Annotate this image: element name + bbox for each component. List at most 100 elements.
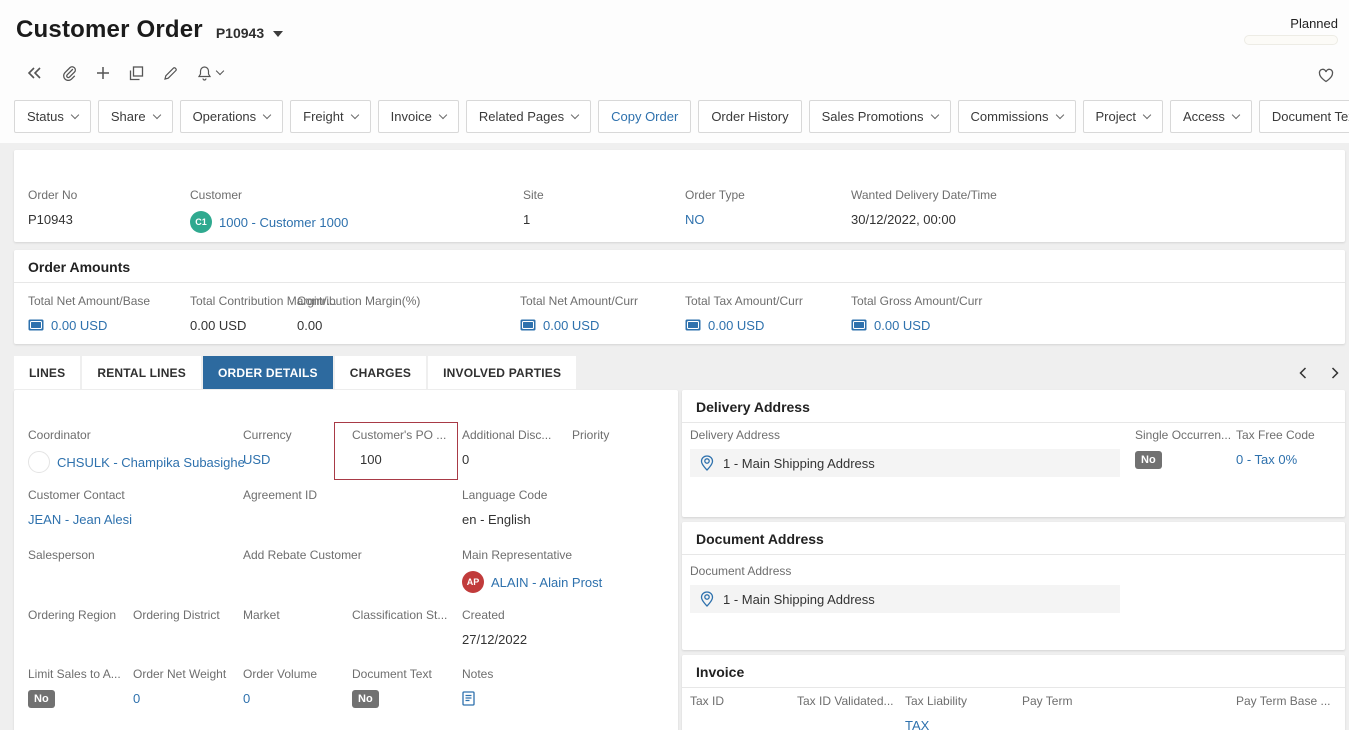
delivery-address-value[interactable]: 1 - Main Shipping Address: [690, 449, 1120, 477]
field-main-representative: Main Representative AP ALAIN - Alain Pro…: [462, 548, 602, 593]
document-text-button[interactable]: Document Text: [1259, 100, 1349, 133]
document-address-value[interactable]: 1 - Main Shipping Address: [690, 585, 1120, 613]
field-classification: Classification St...: [352, 608, 447, 647]
order-number: P10943: [216, 25, 264, 41]
field-notes: Notes: [462, 667, 493, 706]
add-icon[interactable]: [94, 64, 112, 82]
duplicate-icon[interactable]: [127, 64, 146, 83]
field-tax-free-code: Tax Free Code 0 - Tax 0%: [1236, 428, 1315, 467]
field-label: Delivery Address: [690, 428, 1120, 442]
field-market: Market: [243, 608, 280, 647]
menu-button-label: Sales Promotions: [822, 109, 924, 124]
favorite-icon[interactable]: [1316, 66, 1336, 85]
tab-charges[interactable]: CHARGES: [335, 356, 426, 389]
share-menu-button[interactable]: Share: [98, 100, 173, 133]
field-label: Tax ID: [690, 694, 724, 708]
edit-icon[interactable]: [161, 64, 180, 83]
coordinator-link[interactable]: CHSULK - Champika Subasighe: [57, 455, 245, 470]
field-label: Total Net Amount/Base: [28, 294, 150, 308]
field-label: Ordering Region: [28, 608, 116, 622]
field-ordering-region: Ordering Region: [28, 608, 116, 647]
related-pages-menu-button[interactable]: Related Pages: [466, 100, 591, 133]
field-label: Agreement ID: [243, 488, 317, 502]
field-label: Order No: [28, 188, 77, 202]
avatar: AP: [462, 571, 484, 593]
field-label: Salesperson: [28, 548, 95, 562]
menu-button-label: Order History: [711, 109, 788, 124]
tab-lines[interactable]: LINES: [14, 356, 80, 389]
amount-link[interactable]: 0.00 USD: [543, 318, 599, 333]
field-customer-contact: Customer Contact JEAN - Jean Alesi: [28, 488, 132, 527]
field-label: Created: [462, 608, 527, 622]
attachment-icon[interactable]: [59, 63, 79, 83]
order-net-weight-link[interactable]: 0: [133, 691, 140, 706]
freight-menu-button[interactable]: Freight: [290, 100, 370, 133]
field-tax-id-validated: Tax ID Validated...: [797, 694, 894, 708]
order-details-panel: Coordinator CHSULK - Champika Subasighe …: [14, 390, 678, 730]
notifications-icon[interactable]: [195, 63, 225, 83]
tab-involved-parties[interactable]: INVOLVED PARTIES: [428, 356, 576, 389]
chevron-right-icon[interactable]: [1327, 363, 1343, 383]
field-value: 100: [352, 451, 446, 467]
collapse-icon[interactable]: [24, 64, 44, 82]
commissions-menu-button[interactable]: Commissions: [958, 100, 1076, 133]
access-menu-button[interactable]: Access: [1170, 100, 1252, 133]
status-menu-button[interactable]: Status: [14, 100, 91, 133]
field-label: Customer Contact: [28, 488, 132, 502]
project-menu-button[interactable]: Project: [1083, 100, 1163, 133]
field-label: Total Tax Amount/Curr: [685, 294, 803, 308]
field-label: Wanted Delivery Date/Time: [851, 188, 997, 202]
delivery-address-card: Delivery Address Delivery Address 1 - Ma…: [682, 390, 1345, 517]
field-total-net-curr: Total Net Amount/Curr 0.00 USD: [520, 294, 638, 333]
command-menu: Status Share Operations Freight Invoice …: [14, 100, 1349, 133]
currency-icon: [28, 319, 44, 331]
order-volume-link[interactable]: 0: [243, 691, 250, 706]
section-title: Invoice: [682, 655, 1345, 688]
record-dropdown-icon[interactable]: [273, 31, 283, 37]
amount-link[interactable]: 0.00 USD: [708, 318, 764, 333]
document-address-card: Document Address Document Address 1 - Ma…: [682, 522, 1345, 650]
chevron-left-icon[interactable]: [1295, 363, 1311, 383]
currency-link[interactable]: USD: [243, 452, 270, 467]
amount-link[interactable]: 0.00 USD: [874, 318, 930, 333]
customer-contact-link[interactable]: JEAN - Jean Alesi: [28, 512, 132, 527]
menu-button-label: Project: [1096, 109, 1136, 124]
tab-rental-lines[interactable]: RENTAL LINES: [82, 356, 201, 389]
field-salesperson: Salesperson: [28, 548, 95, 587]
main-representative-link[interactable]: ALAIN - Alain Prost: [491, 575, 602, 590]
tab-order-details[interactable]: ORDER DETAILS: [203, 356, 333, 389]
page-title: Customer Order: [16, 16, 203, 44]
field-total-net-base: Total Net Amount/Base 0.00 USD: [28, 294, 150, 333]
field-label: Priority: [572, 428, 609, 442]
customer-order-page: Customer Order P10943 Planned: [0, 0, 1349, 730]
page-header: Customer Order P10943 Planned: [0, 0, 1349, 143]
amount-link[interactable]: 0.00 USD: [51, 318, 107, 333]
field-label: Language Code: [462, 488, 547, 502]
field-delivery-address: Delivery Address 1 - Main Shipping Addre…: [690, 428, 1120, 477]
copy-order-button[interactable]: Copy Order: [598, 100, 691, 133]
field-label: Additional Disc...: [462, 428, 551, 442]
currency-icon: [685, 319, 701, 331]
customer-link[interactable]: 1000 - Customer 1000: [219, 215, 348, 230]
order-history-button[interactable]: Order History: [698, 100, 801, 133]
field-label: Currency: [243, 428, 292, 442]
field-customers-po: Customer's PO ... 100: [352, 428, 446, 467]
field-value: 27/12/2022: [462, 631, 527, 647]
invoice-menu-button[interactable]: Invoice: [378, 100, 459, 133]
field-label: Total Net Amount/Curr: [520, 294, 638, 308]
field-label: Order Type: [685, 188, 745, 202]
tax-free-code-link[interactable]: 0 - Tax 0%: [1236, 452, 1297, 467]
order-amounts-card: Order Amounts Total Net Amount/Base 0.00…: [14, 250, 1345, 344]
field-coordinator: Coordinator CHSULK - Champika Subasighe: [28, 428, 245, 473]
order-summary-card: Order No P10943 Customer C1 1000 - Custo…: [14, 150, 1345, 242]
tax-liability-link[interactable]: TAX: [905, 718, 929, 730]
menu-button-label: Invoice: [391, 109, 432, 124]
sales-promotions-menu-button[interactable]: Sales Promotions: [809, 100, 951, 133]
field-language-code: Language Code en - English: [462, 488, 547, 527]
field-value: 0: [462, 451, 551, 467]
operations-menu-button[interactable]: Operations: [180, 100, 284, 133]
field-created: Created 27/12/2022: [462, 608, 527, 647]
notes-icon[interactable]: [462, 691, 475, 706]
status-label: Planned: [1290, 16, 1338, 31]
order-type-link[interactable]: NO: [685, 212, 705, 227]
